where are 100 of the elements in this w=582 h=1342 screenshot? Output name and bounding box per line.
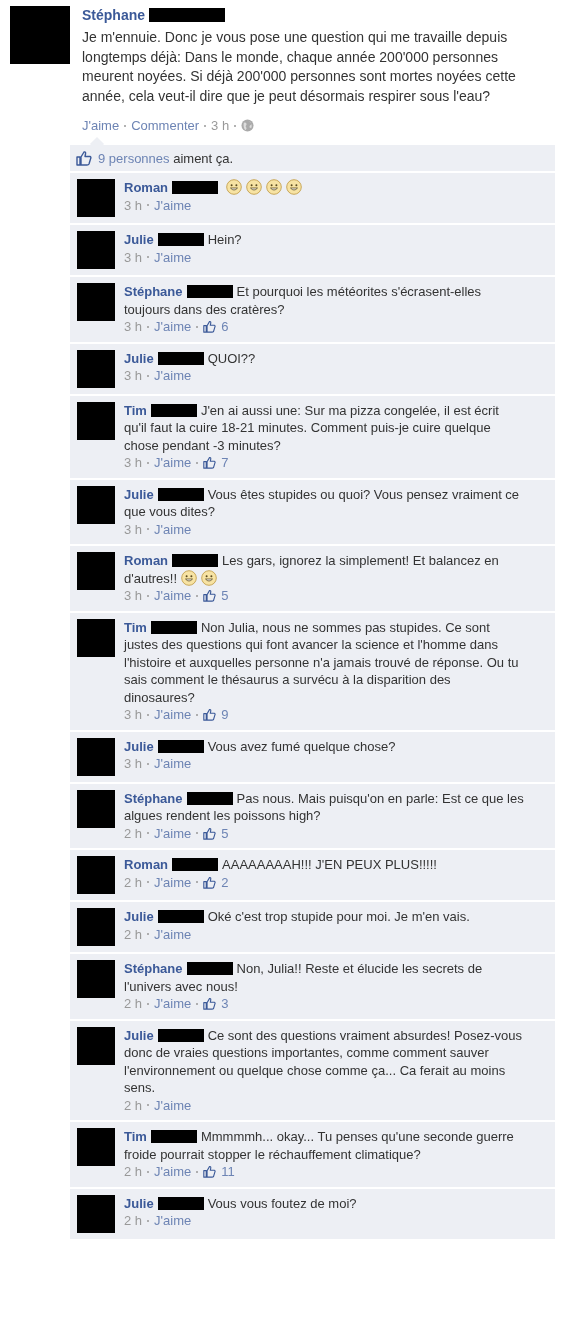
avatar [77, 789, 115, 828]
author-name[interactable]: Tim [124, 1129, 147, 1144]
like-link[interactable]: J'aime [154, 1096, 192, 1114]
like-link[interactable]: J'aime [154, 925, 192, 943]
timestamp: 3 h [124, 248, 143, 266]
smiley-icon [266, 179, 283, 195]
like-link[interactable]: J'aime [154, 995, 192, 1013]
timestamp: 2 h [124, 824, 143, 842]
timestamp: 3 h [124, 755, 143, 773]
author-name[interactable]: Julie [124, 738, 154, 754]
like-link[interactable]: J'aime [154, 196, 192, 214]
action-link[interactable]: J'aime [82, 118, 120, 133]
avatar [77, 960, 115, 998]
comment-text: Julie Hein? [124, 231, 243, 249]
thumbs-up-icon [203, 456, 217, 470]
smiley-icon [201, 569, 218, 586]
timestamp: 3 h [124, 367, 143, 385]
like-link[interactable]: J'aime [154, 873, 192, 891]
timestamp: 3 h [124, 520, 143, 538]
avatar [10, 6, 70, 64]
like-link[interactable]: J'aime [154, 520, 192, 538]
like-link[interactable]: J'aime [154, 454, 192, 472]
timestamp: 3 h [124, 454, 143, 472]
timestamp: 3 h [124, 318, 143, 336]
like-count[interactable]: 5 [221, 587, 229, 605]
globe-icon [241, 119, 255, 132]
timestamp: 2 h [124, 1212, 143, 1230]
author-name[interactable]: Stéphane [124, 961, 183, 976]
timestamp: 2 h [124, 1096, 143, 1114]
author-name[interactable]: Julie [124, 232, 154, 247]
thumbs-up-icon [203, 997, 217, 1011]
like-link[interactable]: J'aime [154, 1163, 192, 1181]
timestamp: 3 h [124, 196, 143, 214]
comment-text: Julie Vous avez fumé quelque chose? [124, 737, 397, 755]
like-link[interactable]: J'aime [154, 824, 192, 842]
comment-text: Julie QUOI?? [124, 349, 257, 367]
thumbs-up-icon [203, 826, 217, 840]
avatar [77, 552, 115, 590]
comment-text: Tim Mmmmmh... okay... Tu penses qu'une seconde guerre froide pourrait stopper le réchauffement climatique? [124, 1128, 515, 1163]
avatar [77, 283, 115, 321]
action-link[interactable]: Commenter [131, 118, 200, 133]
avatar [77, 401, 115, 440]
like-count[interactable]: 5 [221, 824, 229, 842]
author-name[interactable]: Julie [124, 1195, 154, 1211]
comment-text: Julie Vous êtes stupides ou quoi? Vous pensez vraiment ce que vous dites? [124, 485, 521, 521]
avatar [77, 1128, 115, 1166]
timestamp: 2 h [124, 925, 143, 943]
people-link[interactable]: 9 personnes [98, 150, 170, 166]
avatar [77, 231, 115, 269]
author-name[interactable]: Tim [124, 619, 147, 635]
like-count[interactable]: 3 [221, 995, 229, 1013]
comment-text: Tim Non Julia, nous ne sommes pas stupides. Ce sont justes des questions qui font avancer la science et l'homme dans l'histoire et auxquelles personne n'a jamais trouvé de réponse. Ou tu sais comment le thésaurus a survécu à la disparition des dinosaures? [124, 618, 520, 706]
author-name[interactable]: Julie [124, 1027, 154, 1043]
avatar [77, 737, 115, 776]
smiley-icon [226, 179, 243, 195]
comment-text: Roman AAAAAAAAH!!! J'EN PEUX PLUS!!!!! [124, 856, 438, 874]
avatar [77, 349, 115, 388]
like-link[interactable]: J'aime [154, 755, 192, 773]
comment-text: Tim J'en ai aussi une: Sur ma pizza congelée, il est écrit qu'il faut la cuire 18-21 minutes. Comment puis-je cuire quelque chose pendant -3 minutes? [124, 401, 500, 454]
author-name[interactable]: Roman [124, 180, 169, 195]
post-text: Je m'ennuie. Donc je vous pose une question qui me travaille depuis longtemps déjà: Dans le monde, chaque année 200'000 personnes meurent noyées. Si déjà 200'000 personnes sont mortes noyées cette année, cela veut-il dire que je peut désormais respirer sous l'eau? [82, 28, 517, 106]
avatar [77, 179, 115, 217]
like-count[interactable]: 9 [221, 706, 229, 724]
author-name[interactable]: Julie [124, 486, 154, 502]
comment-text: Stéphane Et pourquoi les météorites s'écrasent-elles toujours dans des cratères? [124, 283, 483, 318]
like-count[interactable]: 6 [221, 318, 229, 336]
thumbs-up-icon [203, 875, 217, 889]
author-name[interactable]: Tim [124, 402, 147, 418]
comment-text: Stéphane Non, Julia!! Reste et élucide les secrets de l'univers avec nous! [124, 960, 484, 995]
comment-text: Roman Les gars, ignorez la simplement! Et balancez en d'autres!! [124, 552, 500, 587]
timestamp: 2 h [124, 873, 143, 891]
timestamp: 3 h [124, 587, 143, 605]
avatar [77, 485, 115, 524]
thumbs-up-icon [203, 589, 217, 603]
likes-summary: 9 personnes aiment ça. [98, 150, 234, 166]
like-link[interactable]: J'aime [154, 587, 192, 605]
like-link[interactable]: J'aime [154, 367, 192, 385]
author-name[interactable]: Julie [124, 909, 154, 924]
like-count[interactable]: 2 [221, 873, 229, 891]
thumbs-up-icon [203, 708, 217, 722]
author-name[interactable]: Julie [124, 350, 154, 366]
like-link[interactable]: J'aime [154, 318, 192, 336]
like-count[interactable]: 11 [221, 1163, 235, 1181]
like-count[interactable]: 7 [221, 454, 229, 472]
timestamp: 3 h [124, 706, 143, 724]
timestamp: 3 h [211, 118, 230, 133]
comment-text: Stéphane Pas nous. Mais puisqu'on en parle: Est ce que les algues rendent les poissons high? [124, 789, 524, 825]
timestamp: 2 h [124, 995, 143, 1013]
comment-text: Julie Oké c'est trop stupide pour moi. Je m'en vais. [124, 908, 471, 926]
author-name[interactable]: Stéphane [124, 284, 183, 299]
author-name[interactable]: Roman [124, 857, 169, 872]
author-name[interactable]: Stéphane [124, 790, 183, 806]
smiley-icon [246, 179, 263, 195]
like-link[interactable]: J'aime [154, 706, 192, 724]
author-name[interactable]: Stéphane [82, 7, 145, 23]
author-name[interactable]: Roman [124, 553, 169, 568]
avatar [77, 618, 115, 657]
smiley-icon [181, 569, 198, 586]
like-link[interactable]: J'aime [154, 1212, 192, 1230]
like-link[interactable]: J'aime [154, 248, 192, 266]
